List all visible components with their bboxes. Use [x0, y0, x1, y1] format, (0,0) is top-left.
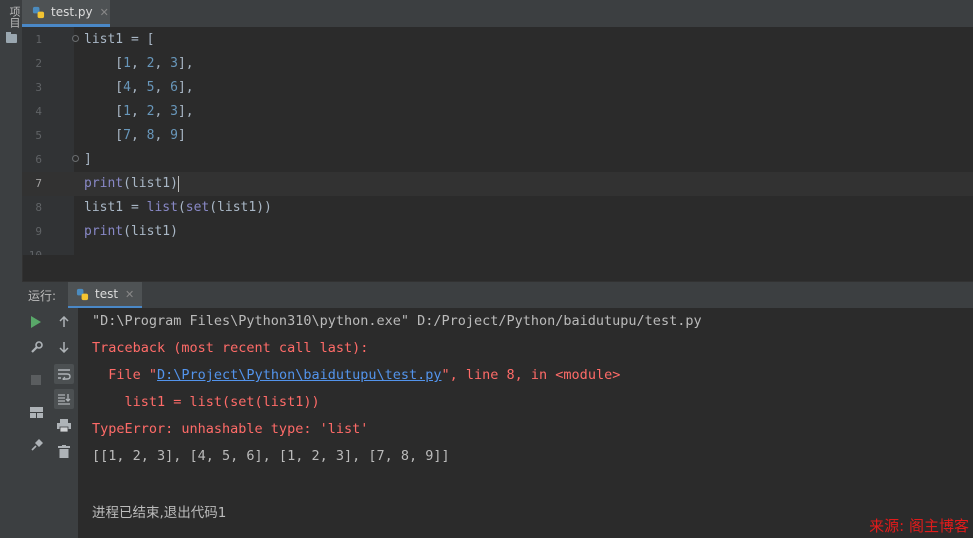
- line-number: 10: [22, 244, 42, 255]
- line-number: 3: [35, 81, 42, 94]
- console-command-line: "D:\Program Files\Python310\python.exe" …: [92, 313, 702, 329]
- close-run-tab-icon[interactable]: ✕: [125, 288, 134, 301]
- code-line: 3 [4, 5, 6],: [22, 76, 973, 100]
- wrench-icon: [30, 340, 43, 353]
- python-file-icon: [32, 6, 45, 18]
- code-line: 6 ]: [22, 148, 973, 172]
- run-tab-label: test: [95, 287, 119, 301]
- code-line: 5 [7, 8, 9]: [22, 124, 973, 148]
- line-number: 6: [35, 153, 42, 166]
- trash-icon: [58, 444, 70, 458]
- line-number: 7: [35, 177, 42, 190]
- watermark: 来源: 阁主博客: [869, 517, 969, 535]
- process-exit-message: 进程已结束,退出代码1: [92, 505, 227, 521]
- run-panel-label: 运行:: [28, 289, 57, 303]
- traceback-file-suffix: ", line 8, in <module>: [441, 367, 621, 383]
- previous-occurrence-button[interactable]: [54, 312, 74, 332]
- code-line: 1 list1 = [: [22, 28, 973, 52]
- pin-icon: [30, 438, 43, 451]
- code-text: print(list1): [84, 175, 179, 192]
- run-toolbar: [22, 308, 78, 538]
- line-number: 1: [35, 33, 42, 46]
- code-text: list1 = list(set(list1)): [84, 200, 272, 215]
- play-icon: [31, 316, 41, 328]
- code-editor[interactable]: 1 list1 = [ 2 [1, 2, 3], 3 [4, 5, 6], 4 …: [22, 27, 973, 255]
- run-panel-header: 运行: test ✕: [22, 281, 973, 309]
- editor-tab-bar: test.py ✕: [22, 0, 973, 28]
- line-number: 5: [35, 129, 42, 142]
- code-text: [4, 5, 6],: [84, 80, 194, 95]
- project-tool-label[interactable]: 项目: [6, 6, 22, 28]
- print-button[interactable]: [54, 415, 74, 435]
- traceback-file-link[interactable]: D:\Project\Python\baidutupu\test.py: [157, 367, 441, 383]
- code-line: 2 [1, 2, 3],: [22, 52, 973, 76]
- rerun-button[interactable]: [26, 312, 46, 332]
- editor-tab-label: test.py: [51, 5, 93, 19]
- scroll-to-end-toggle[interactable]: [54, 389, 74, 409]
- traceback-header: Traceback (most recent call last):: [92, 340, 369, 356]
- next-occurrence-button[interactable]: [54, 337, 74, 357]
- line-number: 9: [35, 225, 42, 238]
- arrow-down-icon: [59, 342, 69, 353]
- code-line: 10: [22, 244, 973, 255]
- code-text: [1, 2, 3],: [84, 56, 194, 71]
- code-text: [7, 8, 9]: [84, 128, 186, 143]
- arrow-up-icon: [59, 316, 69, 327]
- edit-configuration-button[interactable]: [26, 337, 46, 357]
- line-number: 4: [35, 105, 42, 118]
- folder-icon[interactable]: [6, 32, 17, 43]
- line-number: 2: [35, 57, 42, 70]
- project-tool-strip: 项目: [0, 0, 23, 538]
- editor-tab-test-py[interactable]: test.py ✕: [22, 0, 110, 27]
- layout-icon: [29, 406, 43, 418]
- program-output: [[1, 2, 3], [4, 5, 6], [1, 2, 3], [7, 8,…: [92, 448, 450, 464]
- printer-icon: [57, 418, 71, 432]
- error-message: TypeError: unhashable type: 'list': [92, 421, 369, 437]
- soft-wrap-icon: [58, 369, 71, 380]
- pin-tab-button[interactable]: [26, 435, 46, 455]
- code-line: 9 print(list1): [22, 220, 973, 244]
- code-text: [1, 2, 3],: [84, 104, 194, 119]
- line-number: 8: [35, 201, 42, 214]
- restore-layout-button[interactable]: [26, 402, 46, 422]
- traceback-file-line: File "D:\Project\Python\baidutupu\test.p…: [92, 367, 620, 383]
- fold-marker-icon[interactable]: [72, 155, 79, 162]
- code-text: ]: [84, 152, 92, 167]
- stop-icon: [31, 375, 41, 385]
- code-text: list1 = [: [84, 32, 155, 47]
- python-run-config-icon: [76, 288, 89, 300]
- code-line: 8 list1 = list(set(list1)): [22, 196, 973, 220]
- traceback-code-line: list1 = list(set(list1)): [92, 394, 320, 410]
- text-cursor: [177, 175, 179, 192]
- close-tab-icon[interactable]: ✕: [100, 6, 109, 19]
- soft-wrap-toggle[interactable]: [54, 364, 74, 384]
- console-output[interactable]: "D:\Program Files\Python310\python.exe" …: [78, 308, 973, 538]
- stop-button[interactable]: [26, 370, 46, 390]
- scroll-to-end-icon: [58, 394, 71, 405]
- code-line-current: 7 print(list1): [22, 172, 973, 196]
- clear-console-button[interactable]: [54, 441, 74, 461]
- code-text: print(list1): [84, 224, 178, 239]
- fold-marker-icon[interactable]: [72, 35, 79, 42]
- code-line: 4 [1, 2, 3],: [22, 100, 973, 124]
- traceback-file-prefix: File ": [92, 367, 158, 383]
- run-tab-test[interactable]: test ✕: [68, 282, 142, 309]
